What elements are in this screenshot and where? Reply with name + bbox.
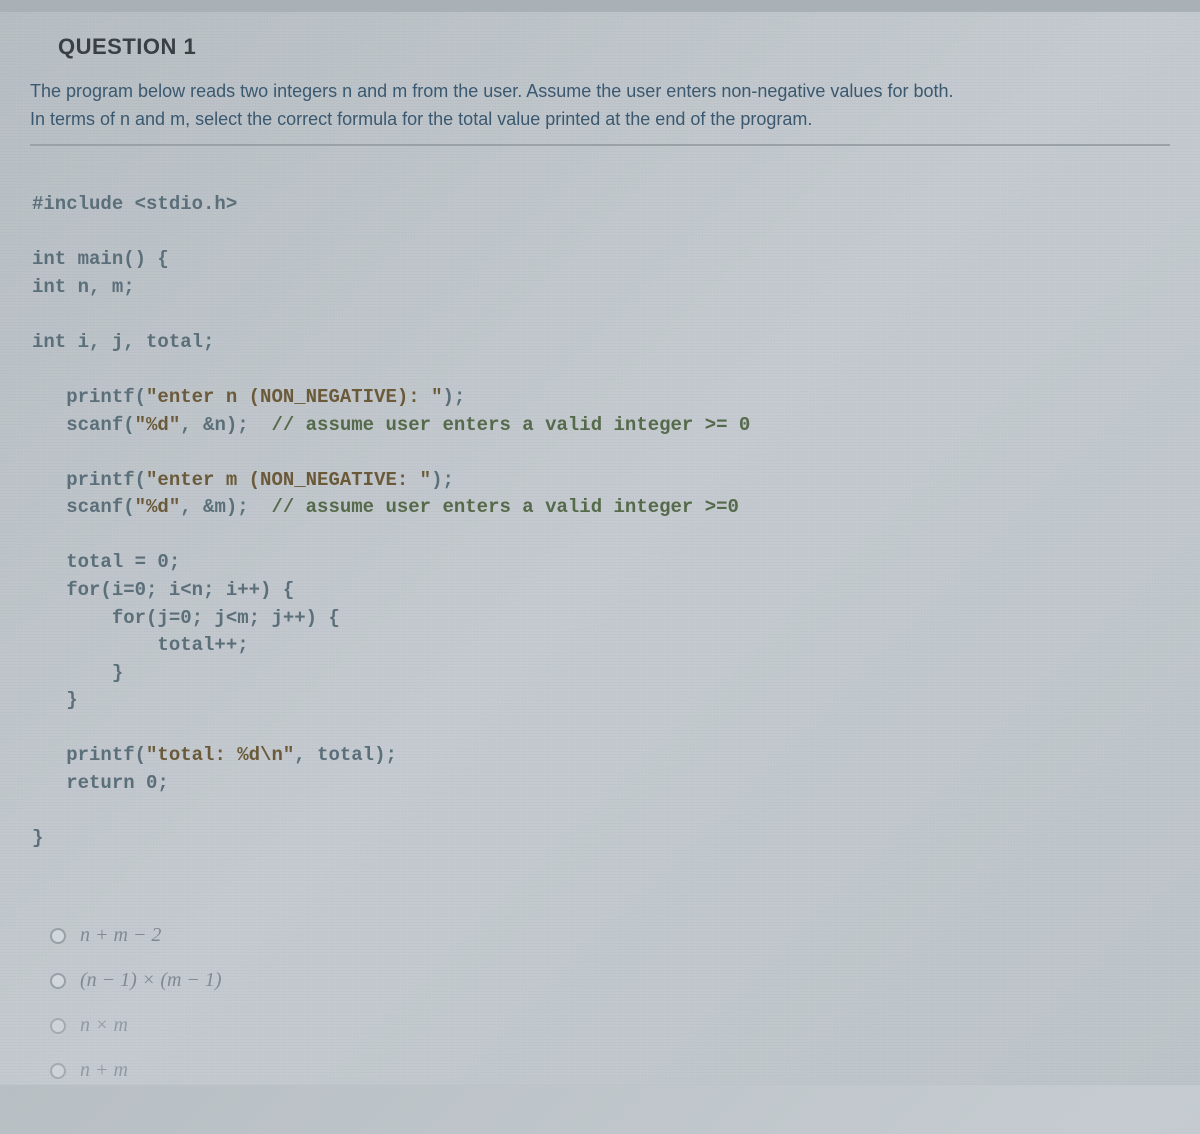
answer-option-4[interactable]: n + m	[50, 1059, 1170, 1082]
code-line: }	[32, 827, 43, 849]
answer-label: n + m − 2	[80, 924, 161, 947]
code-line: #include <stdio.h>	[32, 193, 237, 215]
code-line: total++;	[32, 634, 249, 656]
code-line: printf("total: %d\n", total);	[32, 744, 397, 766]
code-line: return 0;	[32, 772, 169, 794]
answer-options: n + m − 2 (n − 1) × (m − 1) n × m n + m	[50, 924, 1170, 1082]
prompt-line-1: The program below reads two integers n a…	[30, 81, 954, 101]
question-sheet: QUESTION 1 The program below reads two i…	[0, 0, 1200, 1134]
radio-icon[interactable]	[50, 1018, 66, 1034]
code-line: }	[32, 689, 78, 711]
code-line: for(i=0; i<n; i++) {	[32, 579, 294, 601]
code-line: int i, j, total;	[32, 331, 214, 353]
answer-option-2[interactable]: (n − 1) × (m − 1)	[50, 969, 1170, 992]
answer-option-3[interactable]: n × m	[50, 1014, 1170, 1037]
radio-icon[interactable]	[50, 1063, 66, 1079]
code-line: int main() {	[32, 248, 169, 270]
code-line: scanf("%d", &n); // assume user enters a…	[32, 414, 750, 436]
answer-label: n × m	[80, 1014, 128, 1037]
code-line: }	[32, 662, 123, 684]
radio-icon[interactable]	[50, 928, 66, 944]
code-line: int n, m;	[32, 276, 135, 298]
code-block: #include <stdio.h> int main() { int n, m…	[30, 160, 1170, 884]
radio-icon[interactable]	[50, 973, 66, 989]
answer-label: n + m	[80, 1059, 128, 1082]
question-prompt: The program below reads two integers n a…	[30, 78, 1170, 146]
answer-label: (n − 1) × (m − 1)	[80, 969, 222, 992]
prompt-line-2: In terms of n and m, select the correct …	[30, 109, 812, 129]
code-line: scanf("%d", &m); // assume user enters a…	[32, 496, 739, 518]
question-title: QUESTION 1	[58, 34, 1170, 60]
code-line: printf("enter n (NON_NEGATIVE): ");	[32, 386, 465, 408]
answer-option-1[interactable]: n + m − 2	[50, 924, 1170, 947]
code-line: printf("enter m (NON_NEGATIVE: ");	[32, 469, 454, 491]
code-line: for(j=0; j<m; j++) {	[32, 607, 340, 629]
code-line: total = 0;	[32, 551, 180, 573]
